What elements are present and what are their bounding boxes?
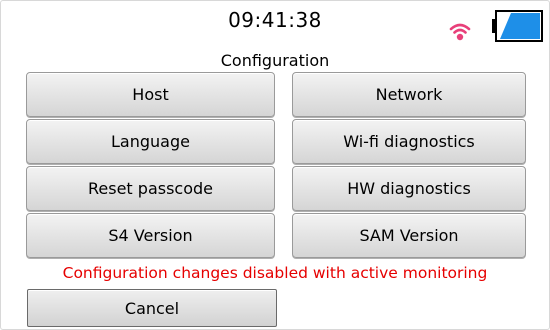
sam-version-button[interactable]: SAM Version — [292, 213, 526, 258]
reset-passcode-button[interactable]: Reset passcode — [26, 166, 275, 211]
page-title: Configuration — [220, 51, 330, 70]
host-button[interactable]: Host — [26, 72, 275, 117]
battery-icon — [492, 10, 543, 42]
config-button-grid: Host Network Language Wi-fi diagnostics … — [26, 72, 526, 260]
s4-version-button[interactable]: S4 Version — [26, 213, 275, 258]
hw-diagnostics-button[interactable]: HW diagnostics — [292, 166, 526, 211]
language-button[interactable]: Language — [26, 119, 275, 164]
cancel-button[interactable]: Cancel — [27, 289, 277, 327]
wifi-signal-icon — [449, 23, 471, 41]
monitoring-warning-text: Configuration changes disabled with acti… — [62, 264, 488, 282]
network-button[interactable]: Network — [292, 72, 526, 117]
wifi-diagnostics-button[interactable]: Wi-fi diagnostics — [292, 119, 526, 164]
